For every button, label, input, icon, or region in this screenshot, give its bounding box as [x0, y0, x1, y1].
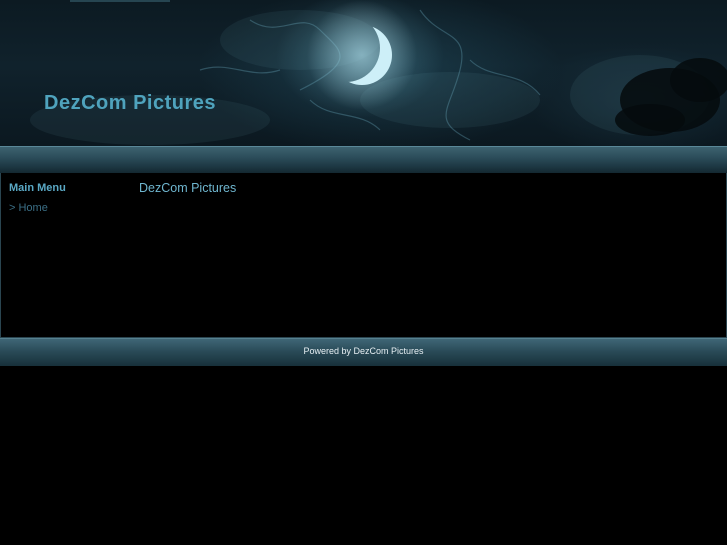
- content-panel: Main Menu > Home DezCom Pictures: [0, 173, 727, 338]
- footer: Powered by DezCom Pictures: [0, 338, 727, 366]
- navigation-bar: [0, 146, 727, 174]
- header-banner: DezCom Pictures: [0, 0, 727, 146]
- site-title: DezCom Pictures: [44, 92, 216, 114]
- page-title: DezCom Pictures: [139, 181, 237, 195]
- main-menu-heading: Main Menu: [9, 182, 66, 194]
- footer-credit: Powered by DezCom Pictures: [303, 346, 424, 356]
- menu-item-home[interactable]: > Home: [9, 202, 48, 214]
- crescent-moon-storm-clouds-image: [30, 0, 727, 145]
- page: DezCom Pictures Main Menu > Home DezCom …: [0, 0, 727, 545]
